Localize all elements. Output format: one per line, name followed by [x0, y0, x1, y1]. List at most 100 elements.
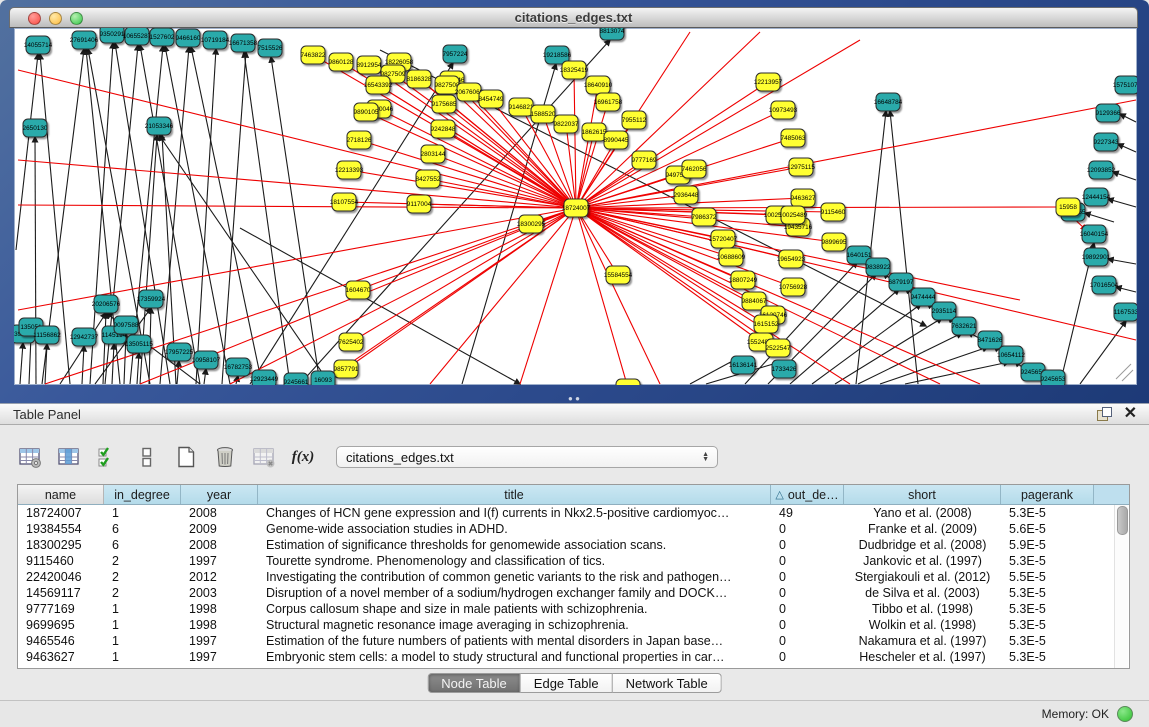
graph-node[interactable]: 18300295 [517, 215, 546, 233]
graph-node[interactable]: 9117004 [407, 195, 432, 213]
graph-node[interactable]: 18640910 [584, 76, 613, 94]
graph-node[interactable]: 27691406 [70, 31, 99, 49]
graph-node[interactable]: 16040154 [1080, 225, 1109, 243]
float-panel-icon[interactable] [1097, 407, 1112, 422]
table-vertical-scrollbar[interactable] [1114, 505, 1128, 668]
graph-node[interactable]: 2650130 [23, 119, 48, 137]
window-titlebar[interactable]: citations_edges.txt [9, 7, 1138, 28]
close-panel-icon[interactable]: ✕ [1124, 406, 1137, 422]
tab-edge-table[interactable]: Edge Table [521, 673, 613, 693]
deselect-all-icon[interactable] [133, 443, 161, 471]
graph-node[interactable]: 17957225 [165, 343, 194, 361]
table-row[interactable]: 1872400712008Changes of HCN gene express… [18, 505, 1129, 521]
graph-node[interactable]: 10973493 [769, 101, 798, 119]
graph-node[interactable]: 11156862 [33, 326, 61, 344]
column-header-pagerank[interactable]: pagerank [1001, 485, 1094, 504]
graph-node[interactable]: 8471626 [978, 331, 1003, 349]
delete-entries-icon[interactable] [211, 443, 239, 471]
graph-node[interactable]: 15720407 [709, 230, 738, 248]
graph-node[interactable]: 9860128 [329, 53, 354, 71]
graph-node[interactable]: 7463822 [301, 46, 326, 64]
graph-node[interactable]: 18807249 [729, 271, 758, 289]
graph-node[interactable]: 7485063 [781, 129, 806, 147]
graph-node[interactable]: 7515526 [258, 39, 283, 57]
graph-node[interactable]: 15584554 [604, 266, 633, 284]
tab-node-table[interactable]: Node Table [427, 673, 521, 693]
graph-node[interactable]: 9857791 [334, 360, 359, 378]
graph-node[interactable]: 14055714 [24, 36, 53, 54]
graph-node[interactable]: 12975115 [787, 158, 815, 176]
graph-node[interactable]: 15751074 [1113, 76, 1137, 94]
graph-node[interactable]: 9902410 [616, 379, 641, 385]
graph-node[interactable]: 9097588 [114, 316, 139, 334]
graph-node[interactable]: 9822037 [554, 115, 579, 133]
graph-node[interactable]: 17016504 [1090, 276, 1119, 294]
graph-node[interactable]: 18107554 [330, 193, 359, 211]
column-header-title[interactable]: title [258, 485, 771, 504]
graph-node[interactable]: 2935114 [932, 302, 957, 320]
graph-node[interactable]: 8454749 [479, 90, 504, 108]
graph-node[interactable]: 18325419 [560, 61, 589, 79]
scrollbar-thumb[interactable] [1117, 506, 1128, 535]
graph-node[interactable]: 10756928 [779, 278, 808, 296]
graph-node[interactable]: 8990445 [604, 131, 629, 149]
table-row[interactable]: 969969511998Structural magnetic resonanc… [18, 617, 1129, 633]
graph-node[interactable]: 9245661 [284, 373, 309, 385]
graph-node[interactable]: 9242848 [431, 120, 456, 138]
graph-node[interactable]: 1588520 [531, 105, 556, 123]
graph-node[interactable]: 10719184 [201, 31, 230, 49]
graph-node[interactable]: 20206576 [92, 295, 121, 313]
graph-node[interactable]: 1167533 [1114, 303, 1137, 321]
network-canvas[interactable]: 1405571427691406935029110655287152760294… [14, 28, 1137, 385]
tab-network-table[interactable]: Network Table [613, 673, 722, 693]
graph-node[interactable]: 12093852 [1087, 161, 1116, 179]
table-row[interactable]: 1938455462009Genome-wide association stu… [18, 521, 1129, 537]
graph-node[interactable]: 16093 [311, 371, 335, 385]
graph-node[interactable]: 10025489 [779, 206, 808, 224]
graph-node[interactable]: 9838922 [866, 258, 891, 276]
graph-node[interactable]: 9227343 [1094, 133, 1119, 151]
graph-node[interactable]: 8813074 [600, 28, 625, 40]
graph-node[interactable]: 16543392 [364, 76, 393, 94]
graph-node[interactable]: 19654923 [777, 250, 806, 268]
delete-table-icon[interactable] [250, 443, 278, 471]
table-selector-combobox[interactable]: citations_edges.txt ▲▼ [336, 446, 718, 468]
graph-node[interactable]: 8912954 [357, 56, 382, 74]
graph-node[interactable]: 12942737 [70, 328, 99, 346]
graph-node[interactable]: 6879197 [889, 273, 914, 291]
table-row[interactable]: 946554611997Estimation of the future num… [18, 633, 1129, 649]
table-row[interactable]: 1830029562008Estimation of significance … [18, 537, 1129, 553]
graph-node[interactable]: 7955112 [622, 111, 647, 129]
graph-node[interactable]: 19892901 [1082, 248, 1111, 266]
graph-node[interactable]: 7462056 [682, 160, 707, 178]
graph-node[interactable]: 9466160 [176, 29, 201, 47]
column-header-out_de[interactable]: △out_de… [771, 485, 844, 504]
table-row[interactable]: 911546021997Tourette syndrome. Phenomeno… [18, 553, 1129, 569]
graph-node[interactable]: 7625402 [339, 333, 364, 351]
graph-node[interactable]: 9175685 [432, 95, 457, 113]
graph-node[interactable]: 18724007 [562, 199, 591, 217]
graph-node[interactable]: 12444154 [1082, 188, 1111, 206]
graph-node[interactable]: 7632621 [952, 317, 977, 335]
graph-node[interactable]: 10654112 [997, 346, 1025, 364]
graph-node[interactable]: 2803144 [421, 145, 446, 163]
graph-node[interactable]: 1527602 [150, 28, 175, 46]
table-row[interactable]: 2242004622012Investigating the contribut… [18, 569, 1129, 585]
graph-node[interactable]: 1604670 [346, 281, 371, 299]
graph-node[interactable]: 15958 [1056, 198, 1080, 216]
show-columns-icon[interactable] [55, 443, 83, 471]
graph-node[interactable]: 1733426 [772, 360, 797, 378]
graph-node[interactable]: 9115460 [821, 203, 846, 221]
table-row[interactable]: 946362711997Embryonic stem cells: a mode… [18, 649, 1129, 665]
graph-node[interactable]: 9129366 [1096, 104, 1121, 122]
graph-node[interactable]: 12923449 [250, 370, 279, 385]
graph-node[interactable]: 16671358 [229, 34, 258, 52]
graph-node[interactable]: 8427552 [416, 170, 441, 188]
graph-node[interactable]: 9899695 [822, 233, 847, 251]
column-header-short[interactable]: short [844, 485, 1001, 504]
graph-node[interactable]: 2936448 [674, 186, 699, 204]
new-table-icon[interactable] [172, 443, 200, 471]
graph-node[interactable]: 13505115 [125, 335, 153, 353]
graph-node[interactable]: 9245653 [1041, 370, 1066, 385]
panel-divider-handle[interactable]: ● ● [566, 395, 582, 402]
